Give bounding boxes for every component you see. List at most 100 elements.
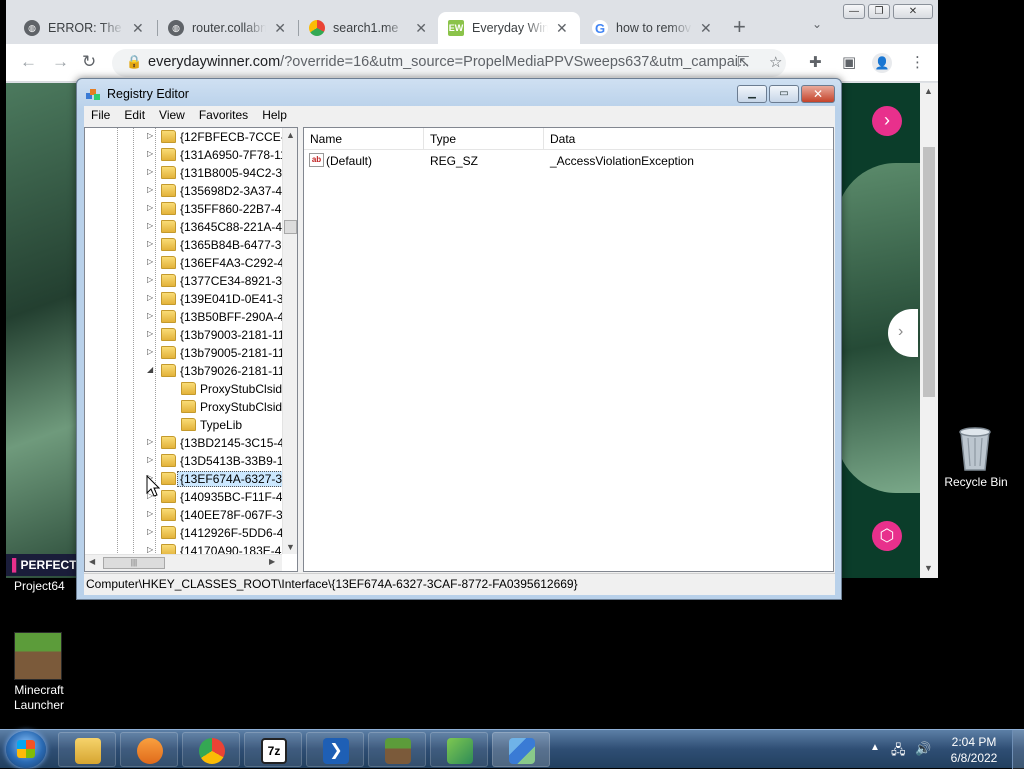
tab-close-icon[interactable]: ✕ [700, 20, 712, 37]
tree-node[interactable]: ▷ {1377CE34-8921-3 [85, 272, 285, 290]
side-panel-icon[interactable]: ▣ [842, 53, 856, 71]
tree-node[interactable]: ▷ {13D5413B-33B9-1 [85, 452, 285, 470]
tree-horizontal-thumb[interactable]: ||| [103, 557, 165, 569]
tree-node[interactable]: ▷ {13BD2145-3C15-4 [85, 434, 285, 452]
menu-kebab-icon[interactable]: ⋮ [910, 53, 925, 71]
tab-close-icon[interactable]: ✕ [415, 20, 427, 37]
menu-view[interactable]: View [152, 106, 192, 126]
tab-how-to-remove[interactable]: G how to remov ✕ [582, 12, 722, 44]
address-bar[interactable]: 🔒 everydaywinner.com/?override=16&utm_so… [112, 49, 786, 77]
minecraft-launcher-icon[interactable] [14, 632, 62, 680]
taskbar-explorer[interactable] [58, 732, 116, 767]
tree-node[interactable]: ▷ {131A6950-7F78-11 [85, 146, 287, 164]
desktop-icon-project64[interactable]: Project64 [14, 579, 65, 594]
taskbar-powershell[interactable]: ❯ [306, 732, 364, 767]
profile-avatar-icon[interactable]: 👤 [872, 53, 892, 73]
expand-triangle-icon[interactable]: ▷ [147, 185, 153, 194]
bookmark-star-icon[interactable]: ☆ [769, 53, 782, 71]
tree-node[interactable]: ▷ {13B50BFF-290A-4 [85, 308, 285, 326]
system-clock[interactable]: 2:04 PM 6/8/2022 [942, 734, 1006, 766]
regedit-maximize-button[interactable]: ▭ [769, 85, 799, 103]
expand-triangle-icon[interactable]: ▷ [147, 167, 153, 176]
expand-triangle-icon[interactable]: ▷ [147, 149, 153, 158]
menu-help[interactable]: Help [255, 106, 294, 126]
tree-node[interactable]: ▷ {135FF860-22B7-4I [85, 200, 285, 218]
desktop-icon-recycle-bin-label[interactable]: Recycle Bin [940, 475, 1012, 490]
tab-router[interactable]: ◍ router.collabn ✕ [158, 12, 296, 44]
taskbar-7zip[interactable]: 7z [244, 732, 302, 767]
next-arrow-button[interactable]: › [872, 106, 902, 136]
expand-triangle-icon[interactable]: ▷ [147, 239, 153, 248]
forward-arrow-icon[interactable]: → [52, 52, 69, 72]
tree-node[interactable]: ▷ {1412926F-5DD6-4 [85, 524, 285, 542]
lock-icon[interactable]: 🔒 [126, 54, 142, 70]
tree-scroll-up-icon[interactable]: ▲ [286, 130, 295, 140]
tree-vertical-scrollbar[interactable]: ▲ ▼ [282, 128, 297, 554]
back-arrow-icon[interactable]: ← [20, 52, 37, 72]
desktop-icon-minecraft-label[interactable]: Minecraft Launcher [4, 683, 74, 713]
tree-node[interactable]: ▷ {1365B84B-6477-3 [85, 236, 285, 254]
expand-triangle-icon[interactable]: ▷ [147, 221, 153, 230]
value-row-default[interactable]: ab (Default) REG_SZ _AccessViolationExce… [304, 152, 833, 170]
page-scroll-thumb[interactable] [923, 147, 935, 397]
menu-favorites[interactable]: Favorites [192, 106, 255, 126]
browser-close-button[interactable]: ✕ [893, 4, 933, 19]
menu-file[interactable]: File [84, 106, 117, 126]
tree-horizontal-scrollbar[interactable]: ◀ ||| ▶ [85, 554, 282, 571]
tree-node[interactable]: ▷ {135698D2-3A37-4 [85, 182, 285, 200]
expand-triangle-icon[interactable]: ▷ [147, 311, 153, 320]
expand-triangle-icon[interactable]: ▷ [147, 275, 153, 284]
url-text[interactable]: everydaywinner.com/?override=16&utm_sour… [148, 54, 748, 70]
tree-node[interactable]: ▷ {12FBFECB-7CCE-4 [85, 128, 291, 146]
menu-edit[interactable]: Edit [117, 106, 152, 126]
tree-node[interactable]: TypeLib [85, 416, 285, 434]
tab-everyday-winner[interactable]: EW Everyday Winn ✕ [438, 12, 580, 44]
expand-triangle-icon[interactable]: ▷ [147, 329, 153, 338]
tab-error[interactable]: ◍ ERROR: The re ✕ [14, 12, 156, 44]
taskbar-chrome[interactable] [182, 732, 240, 767]
share-icon[interactable]: ⇱ [737, 53, 750, 71]
regedit-minimize-button[interactable]: ▁ [737, 85, 767, 103]
browser-maximize-button[interactable]: ❐ [868, 4, 890, 19]
expand-triangle-icon[interactable]: ▷ [147, 545, 153, 554]
tree-scroll-down-icon[interactable]: ▼ [286, 542, 295, 552]
scroll-down-arrow-icon[interactable]: ▼ [924, 563, 933, 573]
tab-search1[interactable]: search1.me ✕ [299, 12, 437, 44]
tree-node[interactable]: ▷ {140935BC-F11F-4 [85, 488, 285, 506]
tree-node[interactable]: ProxyStubClsid [85, 380, 285, 398]
tree-node[interactable]: ▷ {13b79005-2181-11 [85, 344, 285, 362]
tree-node[interactable]: ▷ {13b79003-2181-11 [85, 326, 285, 344]
regedit-titlebar[interactable]: Registry Editor ▁ ▭ ✕ [77, 79, 841, 109]
network-icon[interactable]: 🖧 [891, 741, 906, 763]
tree-node[interactable]: ▷ {139E041D-0E41-3 [85, 290, 285, 308]
column-header-type[interactable]: Type [424, 128, 544, 150]
tree-node[interactable]: ▷ {140EE78F-067F-37 [85, 506, 289, 524]
tab-close-icon[interactable]: ✕ [556, 20, 568, 37]
taskbar-media-player[interactable] [120, 732, 178, 767]
tray-expand-arrow-icon[interactable]: ▲ [870, 742, 880, 753]
expand-triangle-icon[interactable]: ▷ [147, 293, 153, 302]
expand-triangle-icon[interactable]: ▷ [147, 455, 153, 464]
volume-icon[interactable]: 🔊 [915, 741, 931, 757]
tab-close-icon[interactable]: ✕ [132, 20, 144, 37]
expand-triangle-icon[interactable]: ▷ [147, 437, 153, 446]
scroll-up-arrow-icon[interactable]: ▲ [924, 86, 933, 96]
reload-icon[interactable]: ↻ [82, 52, 96, 72]
tree-node[interactable]: ▷ {13EF674A-6327-3 [85, 470, 286, 488]
expand-triangle-icon[interactable]: ▷ [147, 203, 153, 212]
regedit-close-button[interactable]: ✕ [801, 85, 835, 103]
tree-node[interactable]: ProxyStubClsid32 [85, 398, 295, 416]
collapse-triangle-icon[interactable]: ◢ [147, 365, 153, 374]
taskbar-regedit[interactable] [492, 732, 550, 767]
tab-search-chevron-icon[interactable]: ⌄ [812, 17, 822, 31]
show-desktop-button[interactable] [1012, 730, 1024, 769]
start-button[interactable] [6, 731, 46, 768]
settings-hexagon-icon[interactable]: ⬡ [872, 521, 902, 551]
expand-triangle-icon[interactable]: ▷ [147, 131, 153, 140]
expand-triangle-icon[interactable]: ▷ [147, 527, 153, 536]
tree-scroll-right-icon[interactable]: ▶ [269, 557, 275, 566]
page-scrollbar[interactable]: ▲ ▼ [920, 83, 938, 578]
tree-scroll-left-icon[interactable]: ◀ [89, 557, 95, 566]
browser-minimize-button[interactable]: — [843, 4, 865, 19]
extensions-puzzle-icon[interactable]: ✚ [809, 53, 822, 71]
